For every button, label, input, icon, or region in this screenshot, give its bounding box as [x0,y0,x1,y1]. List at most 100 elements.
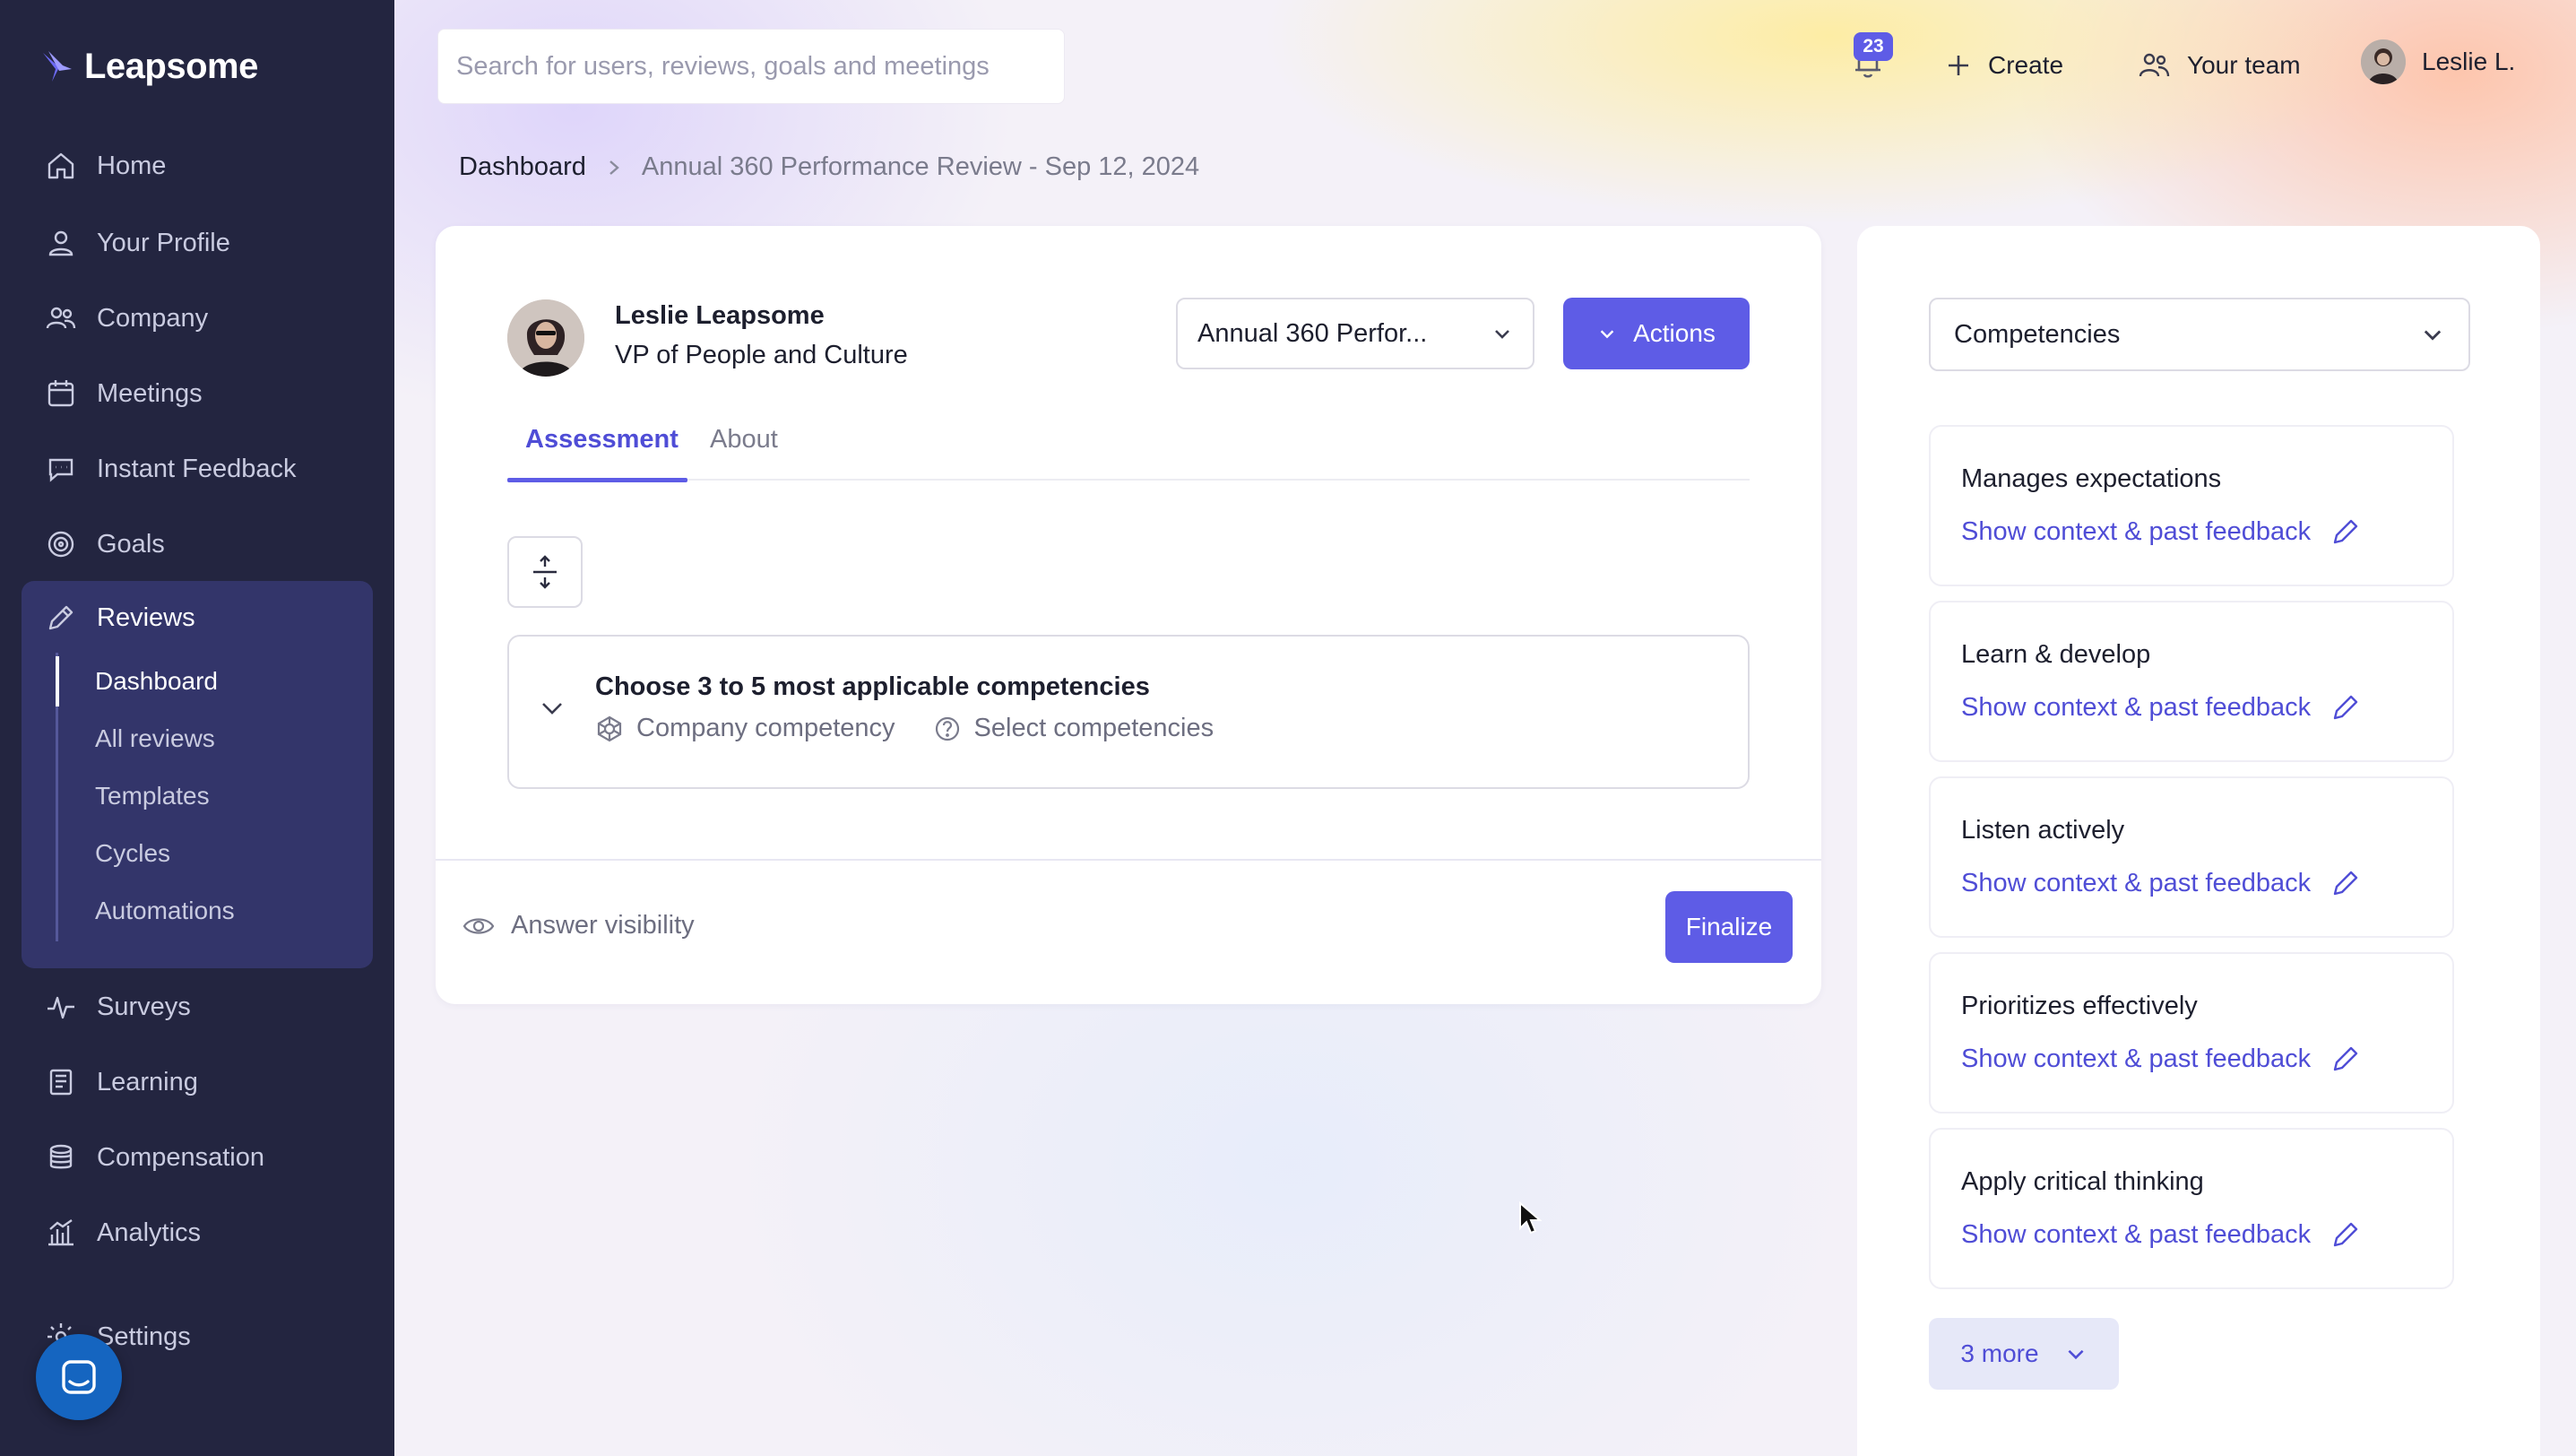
create-label: Create [1988,51,2064,79]
sidebar-item-meetings[interactable]: Meetings [45,371,203,416]
competency-prompt: Choose 3 to 5 most applicable competenci… [595,672,1150,701]
tab-assessment[interactable]: Assessment [507,425,687,482]
person-name: Leslie Leapsome [615,301,825,330]
pencil-icon[interactable] [2330,1219,2361,1250]
actions-label: Actions [1633,319,1716,347]
sidebar-subitem-templates[interactable]: Templates [95,778,210,814]
company-competency-icon [597,715,622,741]
expand-arrows-icon [533,555,557,589]
your-team-button[interactable]: Your team [2137,45,2301,86]
show-context-link[interactable]: Show context & past feedback [1961,692,2361,723]
show-more-label: 3 more [1960,1339,2039,1367]
pencil-icon[interactable] [2330,516,2361,547]
target-icon [48,531,74,558]
pencil-icon[interactable] [2330,1044,2361,1074]
panel-select[interactable]: Competencies [1929,298,2470,371]
sidebar-item-label: Home [97,151,167,180]
logo-text: Leapsome [84,47,258,86]
sidebar-item-label: Meetings [97,378,203,408]
pencil-icon[interactable] [2330,692,2361,723]
sidebar-item-company[interactable]: Company [45,296,208,341]
team-icon [2139,53,2170,77]
sidebar-item-label: Reviews [97,602,195,632]
logo[interactable]: Leapsome [39,47,258,87]
competency-section[interactable]: Choose 3 to 5 most applicable competenci… [507,635,1750,789]
sidebar-subitem-all-reviews[interactable]: All reviews [95,721,215,757]
support-chat-button[interactable] [36,1334,122,1420]
panel-select-value: Competencies [1954,319,2121,349]
expand-collapse-button[interactable] [507,536,583,608]
sidebar-item-compensation[interactable]: Compensation [45,1135,264,1180]
competency-card: Apply critical thinking Show context & p… [1929,1128,2454,1289]
book-icon [49,1069,73,1096]
show-context-label: Show context & past feedback [1961,868,2312,897]
sidebar-item-surveys[interactable]: Surveys [45,984,191,1029]
pulse-icon [48,996,74,1019]
create-button[interactable]: Create [1945,45,2063,86]
pencil-icon[interactable] [2330,868,2361,898]
sidebar-item-reviews[interactable]: Reviews [45,595,195,640]
sidebar-item-label: Analytics [97,1218,202,1247]
sidebar-item-home[interactable]: Home [45,143,166,188]
sidebar-item-instant-feedback[interactable]: Instant Feedback [45,446,296,491]
competency-type: Company competency [636,714,895,742]
competency-card: Learn & develop Show context & past feed… [1929,601,2454,762]
global-search[interactable] [437,29,1065,104]
competency-card: Prioritizes effectively Show context & p… [1929,952,2454,1114]
show-context-link[interactable]: Show context & past feedback [1961,1219,2361,1250]
finalize-button[interactable]: Finalize [1665,891,1793,963]
person-role: VP of People and Culture [615,341,908,369]
chevron-down-icon [2424,330,2442,341]
mouse-cursor-icon [1519,1201,1542,1235]
select-competencies-link[interactable]: Select competencies [974,714,1215,743]
show-more-button[interactable]: 3 more [1929,1318,2119,1390]
sidebar-item-label: Settings [97,1322,191,1351]
chart-icon [48,1219,73,1246]
calendar-icon [48,380,74,407]
sidebar-subitem-dashboard[interactable]: Dashboard [95,663,218,699]
search-input[interactable] [456,51,1046,82]
sidebar-item-analytics[interactable]: Analytics [45,1210,201,1255]
sidebar-item-label: Instant Feedback [97,454,297,483]
chat-widget-icon [62,1360,96,1394]
competency-name: Learn & develop [1961,640,2151,669]
show-context-link[interactable]: Show context & past feedback [1961,868,2361,898]
user-name: Leslie L. [2422,48,2516,75]
show-context-label: Show context & past feedback [1961,1219,2312,1249]
actions-button[interactable]: Actions [1563,298,1750,369]
competency-name: Listen actively [1961,816,2125,845]
sidebar-item-label: Surveys [97,992,191,1021]
eye-icon [462,917,495,934]
breadcrumb: Dashboard Annual 360 Performance Review … [459,152,1199,182]
competency-card: Manages expectations Show context & past… [1929,425,2454,586]
sidebar-subitem-cycles[interactable]: Cycles [95,836,170,871]
show-context-label: Show context & past feedback [1961,1044,2312,1073]
competencies-panel: Competencies Manages expectations Show c… [1857,226,2540,1456]
chevron-right-icon [609,160,619,175]
chevron-down-icon [1600,330,1614,339]
sidebar: Leapsome Home Your Profile Company Meeti… [0,0,394,1456]
sidebar-item-learning[interactable]: Learning [45,1060,198,1105]
competency-card: Listen actively Show context & past feed… [1929,776,2454,938]
leapsome-logo-icon [43,50,72,82]
notification-badge: 23 [1854,32,1893,61]
show-context-link[interactable]: Show context & past feedback [1961,516,2361,547]
review-select-value: Annual 360 Perfor... [1197,318,1428,348]
sidebar-item-goals[interactable]: Goals [45,522,165,567]
user-menu[interactable]: Leslie L. [2361,39,2516,84]
answer-visibility-toggle[interactable]: Answer visibility [462,911,695,940]
sidebar-item-your-profile[interactable]: Your Profile [45,221,230,265]
review-select[interactable]: Annual 360 Perfor... [1176,298,1534,369]
sidebar-item-label: Compensation [97,1142,264,1172]
breadcrumb-dashboard[interactable]: Dashboard [459,152,586,182]
show-context-link[interactable]: Show context & past feedback [1961,1044,2361,1074]
tab-about[interactable]: About [710,425,778,481]
pencil-icon [48,605,73,630]
sidebar-subitem-automations[interactable]: Automations [95,893,235,929]
chevron-down-icon[interactable] [536,692,568,724]
show-context-label: Show context & past feedback [1961,692,2312,722]
competency-name: Prioritizes effectively [1961,992,2198,1020]
review-card: Leslie Leapsome VP of People and Culture… [436,226,1821,1004]
users-icon [46,307,76,329]
sidebar-item-label: Goals [97,529,165,559]
